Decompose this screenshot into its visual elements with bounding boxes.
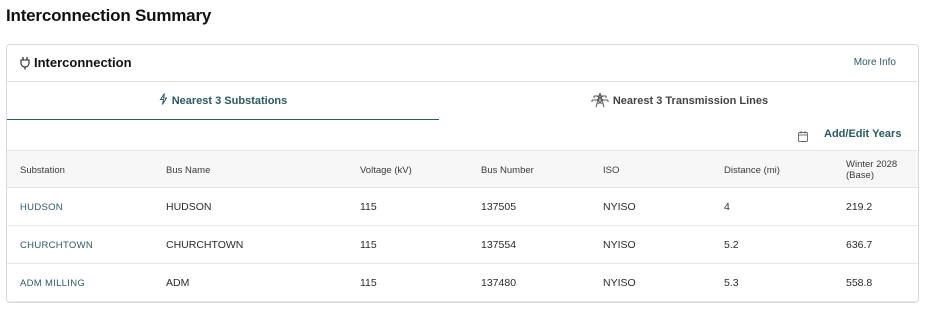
table-row: HUDSON HUDSON 115 137505 NYISO 4 219.2 [7, 188, 918, 226]
bus-number-cell: 137505 [481, 201, 517, 213]
card-header: Interconnection More Info [7, 45, 918, 82]
table-row: CHURCHTOWN CHURCHTOWN 115 137554 NYISO 5… [7, 226, 918, 264]
table-toolbar: Add/Edit Years [7, 125, 918, 147]
iso-cell: NYISO [603, 201, 636, 213]
winter-2028-cell: 636.7 [846, 239, 873, 251]
calendar-icon[interactable] [798, 129, 808, 142]
voltage-cell: 115 [360, 239, 377, 251]
tab-nearest-transmission-lines[interactable]: Nearest 3 Transmission Lines [439, 82, 918, 120]
column-header-bus-name[interactable]: Bus Name [166, 151, 210, 189]
card-title-group: Interconnection [19, 55, 132, 70]
bus-number-cell: 137554 [481, 239, 517, 251]
column-header-voltage[interactable]: Voltage (kV) [360, 151, 412, 189]
distance-cell: 5.3 [724, 277, 739, 289]
card-title: Interconnection [34, 55, 132, 70]
tab-bar: Nearest 3 Substations Nearest 3 Transmis… [7, 82, 918, 120]
bus-name-cell: CHURCHTOWN [166, 239, 244, 251]
table-row: ADM MILLING ADM 115 137480 NYISO 5.3 558… [7, 264, 918, 302]
tab-label: Nearest 3 Transmission Lines [612, 95, 769, 107]
column-header-distance[interactable]: Distance (mi) [724, 151, 780, 189]
bus-name-cell: ADM [166, 277, 190, 289]
column-header-bus-number[interactable]: Bus Number [481, 151, 534, 189]
column-header-substation[interactable]: Substation [20, 151, 65, 189]
column-header-winter-2028[interactable]: Winter 2028 (Base) [846, 151, 916, 189]
substation-link[interactable]: ADM MILLING [20, 264, 85, 302]
substation-link[interactable]: CHURCHTOWN [20, 226, 93, 264]
iso-cell: NYISO [603, 277, 636, 289]
iso-cell: NYISO [603, 239, 636, 251]
interconnection-card: Interconnection More Info Nearest 3 Subs… [6, 44, 919, 303]
tab-label: Nearest 3 Substations [171, 94, 288, 107]
add-edit-years-button[interactable]: Add/Edit Years [824, 128, 901, 140]
plug-icon [19, 56, 31, 70]
page-title: Interconnection Summary [6, 6, 212, 25]
table-header: Substation Bus Name Voltage (kV) Bus Num… [7, 150, 918, 188]
winter-2028-cell: 558.8 [846, 277, 873, 289]
substation-link[interactable]: HUDSON [20, 188, 63, 226]
transmission-tower-icon [591, 92, 609, 111]
voltage-cell: 115 [360, 277, 377, 289]
distance-cell: 4 [724, 201, 730, 213]
winter-2028-cell: 219.2 [846, 201, 873, 213]
column-header-iso[interactable]: ISO [603, 151, 619, 189]
bus-name-cell: HUDSON [166, 201, 212, 213]
tab-nearest-substations[interactable]: Nearest 3 Substations [7, 82, 439, 120]
lightning-icon [159, 93, 168, 108]
more-info-link[interactable]: More Info [854, 57, 896, 68]
distance-cell: 5.2 [724, 239, 739, 251]
bus-number-cell: 137480 [481, 277, 517, 289]
voltage-cell: 115 [360, 201, 377, 213]
